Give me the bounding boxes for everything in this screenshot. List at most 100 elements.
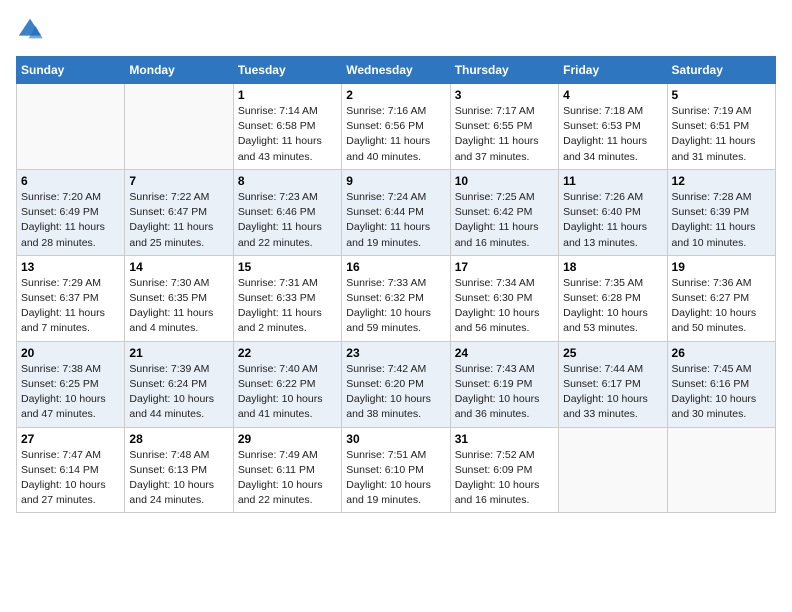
calendar-cell: 8 Sunrise: 7:23 AMSunset: 6:46 PMDaylight… <box>233 169 341 255</box>
day-number: 4 <box>563 88 662 102</box>
sunrise-text: Sunrise: 7:30 AM <box>129 277 209 289</box>
daylight-text: Daylight: 11 hours and 16 minutes. <box>455 221 539 248</box>
calendar-cell: 26 Sunrise: 7:45 AMSunset: 6:16 PMDayligh… <box>667 341 775 427</box>
day-detail: Sunrise: 7:31 AMSunset: 6:33 PMDaylight:… <box>238 276 337 337</box>
calendar-cell: 12Sunrise: 7:28 AMSunset: 6:39 PMDayligh… <box>667 169 775 255</box>
calendar-week-row: 27 Sunrise: 7:47 AM Sunset: 6:14 PM Dayligh… <box>17 427 776 513</box>
daylight-text: Daylight: 11 hours and 13 minutes. <box>563 221 647 248</box>
sunset-text: Sunset: 6:42 PM <box>455 206 533 218</box>
day-number: 9 <box>346 174 445 188</box>
day-detail: Sunrise: 7:45 AMSunset: 6:16 PMDaylight:… <box>672 362 771 423</box>
sunrise-text: Sunrise: 7:24 AM <box>346 191 426 203</box>
calendar-cell <box>17 84 125 170</box>
sunset-text: Sunset: 6:37 PM <box>21 292 99 304</box>
calendar-cell: 17Sunrise: 7:34 AMSunset: 6:30 PMDayligh… <box>450 255 558 341</box>
day-detail: Sunrise: 7:18 AMSunset: 6:53 PMDaylight:… <box>563 104 662 165</box>
day-number: 25 <box>563 346 662 360</box>
sunrise-text: Sunrise: 7:31 AM <box>238 277 318 289</box>
day-detail: Sunrise: 7:30 AMSunset: 6:35 PMDaylight:… <box>129 276 228 337</box>
sunset-text: Sunset: 6:32 PM <box>346 292 424 304</box>
day-detail: Sunrise: 7:14 AMSunset: 6:58 PMDaylight:… <box>238 104 337 165</box>
calendar-table: SundayMondayTuesdayWednesdayThursdayFrid… <box>16 56 776 513</box>
day-detail: Sunrise: 7:36 AMSunset: 6:27 PMDaylight:… <box>672 276 771 337</box>
sunrise-text: Sunrise: 7:48 AM <box>129 449 209 461</box>
day-detail: Sunrise: 7:26 AMSunset: 6:40 PMDaylight:… <box>563 190 662 251</box>
sunset-text: Sunset: 6:27 PM <box>672 292 750 304</box>
sunrise-text: Sunrise: 7:34 AM <box>455 277 535 289</box>
sunrise-text: Sunrise: 7:49 AM <box>238 449 318 461</box>
sunset-text: Sunset: 6:56 PM <box>346 120 424 132</box>
day-number: 7 <box>129 174 228 188</box>
day-detail: Sunrise: 7:25 AMSunset: 6:42 PMDaylight:… <box>455 190 554 251</box>
sunrise-text: Sunrise: 7:26 AM <box>563 191 643 203</box>
day-number: 26 <box>672 346 771 360</box>
sunset-text: Sunset: 6:49 PM <box>21 206 99 218</box>
day-number: 1 <box>238 88 337 102</box>
calendar-cell <box>559 427 667 513</box>
daylight-text: Daylight: 11 hours and 28 minutes. <box>21 221 105 248</box>
daylight-text: Daylight: 10 hours and 47 minutes. <box>21 393 106 420</box>
day-detail: Sunrise: 7:28 AMSunset: 6:39 PMDaylight:… <box>672 190 771 251</box>
daylight-text: Daylight: 11 hours and 19 minutes. <box>346 221 430 248</box>
sunrise-text: Sunrise: 7:18 AM <box>563 105 643 117</box>
calendar-cell: 1 Sunrise: 7:14 AMSunset: 6:58 PMDaylight… <box>233 84 341 170</box>
day-detail: Sunrise: 7:29 AM Sunset: 6:37 PM Daylight:… <box>21 276 120 337</box>
day-number: 27 <box>21 432 120 446</box>
day-number: 20 <box>21 346 120 360</box>
column-header-saturday: Saturday <box>667 57 775 84</box>
calendar-cell: 14Sunrise: 7:30 AMSunset: 6:35 PMDayligh… <box>125 255 233 341</box>
day-number: 24 <box>455 346 554 360</box>
sunrise-text: Sunrise: 7:29 AM <box>21 277 101 289</box>
sunset-text: Sunset: 6:09 PM <box>455 464 533 476</box>
sunset-text: Sunset: 6:24 PM <box>129 378 207 390</box>
sunset-text: Sunset: 6:39 PM <box>672 206 750 218</box>
day-number: 10 <box>455 174 554 188</box>
sunset-text: Sunset: 6:10 PM <box>346 464 424 476</box>
daylight-text: Daylight: 10 hours and 38 minutes. <box>346 393 431 420</box>
day-number: 29 <box>238 432 337 446</box>
column-header-thursday: Thursday <box>450 57 558 84</box>
sunset-text: Sunset: 6:16 PM <box>672 378 750 390</box>
day-detail: Sunrise: 7:40 AMSunset: 6:22 PMDaylight:… <box>238 362 337 423</box>
calendar-cell: 18Sunrise: 7:35 AMSunset: 6:28 PMDayligh… <box>559 255 667 341</box>
sunrise-text: Sunrise: 7:16 AM <box>346 105 426 117</box>
sunrise-text: Sunrise: 7:14 AM <box>238 105 318 117</box>
daylight-text: Daylight: 11 hours and 2 minutes. <box>238 307 322 334</box>
day-detail: Sunrise: 7:23 AMSunset: 6:46 PMDaylight:… <box>238 190 337 251</box>
sunset-text: Sunset: 6:11 PM <box>238 464 315 476</box>
calendar-cell: 30Sunrise: 7:51 AMSunset: 6:10 PMDayligh… <box>342 427 450 513</box>
day-detail: Sunrise: 7:38 AMSunset: 6:25 PMDaylight:… <box>21 362 120 423</box>
day-detail: Sunrise: 7:17 AMSunset: 6:55 PMDaylight:… <box>455 104 554 165</box>
sunrise-text: Sunrise: 7:19 AM <box>672 105 752 117</box>
sunrise-text: Sunrise: 7:51 AM <box>346 449 426 461</box>
day-detail: Sunrise: 7:52 AMSunset: 6:09 PMDaylight:… <box>455 448 554 509</box>
day-detail: Sunrise: 7:39 AMSunset: 6:24 PMDaylight:… <box>129 362 228 423</box>
sunrise-text: Sunrise: 7:40 AM <box>238 363 318 375</box>
day-number: 8 <box>238 174 337 188</box>
calendar-cell: 19Sunrise: 7:36 AMSunset: 6:27 PMDayligh… <box>667 255 775 341</box>
calendar-cell: 29Sunrise: 7:49 AMSunset: 6:11 PMDayligh… <box>233 427 341 513</box>
calendar-cell: 24Sunrise: 7:43 AMSunset: 6:19 PMDayligh… <box>450 341 558 427</box>
calendar-cell: 5Sunrise: 7:19 AMSunset: 6:51 PMDaylight… <box>667 84 775 170</box>
sunset-text: Sunset: 6:20 PM <box>346 378 424 390</box>
sunset-text: Sunset: 6:30 PM <box>455 292 533 304</box>
daylight-text: Daylight: 11 hours and 7 minutes. <box>21 307 105 334</box>
sunrise-text: Sunrise: 7:42 AM <box>346 363 426 375</box>
sunset-text: Sunset: 6:14 PM <box>21 464 99 476</box>
day-number: 13 <box>21 260 120 274</box>
sunrise-text: Sunrise: 7:47 AM <box>21 449 101 461</box>
daylight-text: Daylight: 11 hours and 43 minutes. <box>238 135 322 162</box>
sunset-text: Sunset: 6:17 PM <box>563 378 641 390</box>
day-detail: Sunrise: 7:16 AMSunset: 6:56 PMDaylight:… <box>346 104 445 165</box>
daylight-text: Daylight: 11 hours and 4 minutes. <box>129 307 213 334</box>
day-number: 15 <box>238 260 337 274</box>
day-detail: Sunrise: 7:48 AMSunset: 6:13 PMDaylight:… <box>129 448 228 509</box>
calendar-week-row: 13 Sunrise: 7:29 AM Sunset: 6:37 PM Dayligh… <box>17 255 776 341</box>
daylight-text: Daylight: 10 hours and 33 minutes. <box>563 393 648 420</box>
calendar-cell: 28Sunrise: 7:48 AMSunset: 6:13 PMDayligh… <box>125 427 233 513</box>
column-header-wednesday: Wednesday <box>342 57 450 84</box>
sunrise-text: Sunrise: 7:44 AM <box>563 363 643 375</box>
daylight-text: Daylight: 11 hours and 34 minutes. <box>563 135 647 162</box>
day-number: 21 <box>129 346 228 360</box>
daylight-text: Daylight: 10 hours and 27 minutes. <box>21 479 106 506</box>
